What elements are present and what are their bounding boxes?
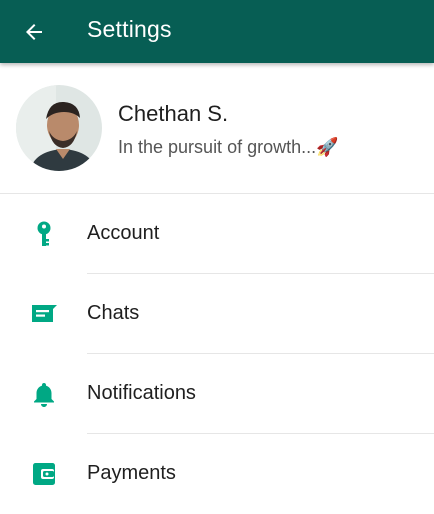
profile-name: Chethan S. (118, 101, 229, 126)
menu-item-account[interactable]: Account (0, 194, 434, 274)
profile-status: In the pursuit of growth...🚀 (118, 137, 339, 157)
menu-item-label: Chats (87, 302, 140, 324)
menu-item-chats[interactable]: Chats (0, 274, 434, 354)
profile-section[interactable]: Chethan S. In the pursuit of growth...🚀 (0, 63, 434, 193)
menu-item-label: Notifications (87, 382, 196, 404)
menu-item-notifications[interactable]: Notifications (0, 354, 434, 434)
avatar[interactable] (16, 85, 102, 171)
wallet-icon (30, 460, 58, 488)
menu-item-payments[interactable]: Payments (0, 434, 434, 514)
profile-photo (16, 85, 102, 171)
key-icon (30, 220, 58, 248)
bell-icon (30, 380, 58, 408)
back-button[interactable] (14, 12, 54, 52)
menu-item-label: Account (87, 222, 160, 244)
app-bar: Settings (0, 0, 434, 63)
chat-icon (30, 300, 58, 328)
page-title: Settings (87, 16, 172, 42)
arrow-left-icon (26, 24, 42, 40)
menu-item-label: Payments (87, 462, 176, 484)
